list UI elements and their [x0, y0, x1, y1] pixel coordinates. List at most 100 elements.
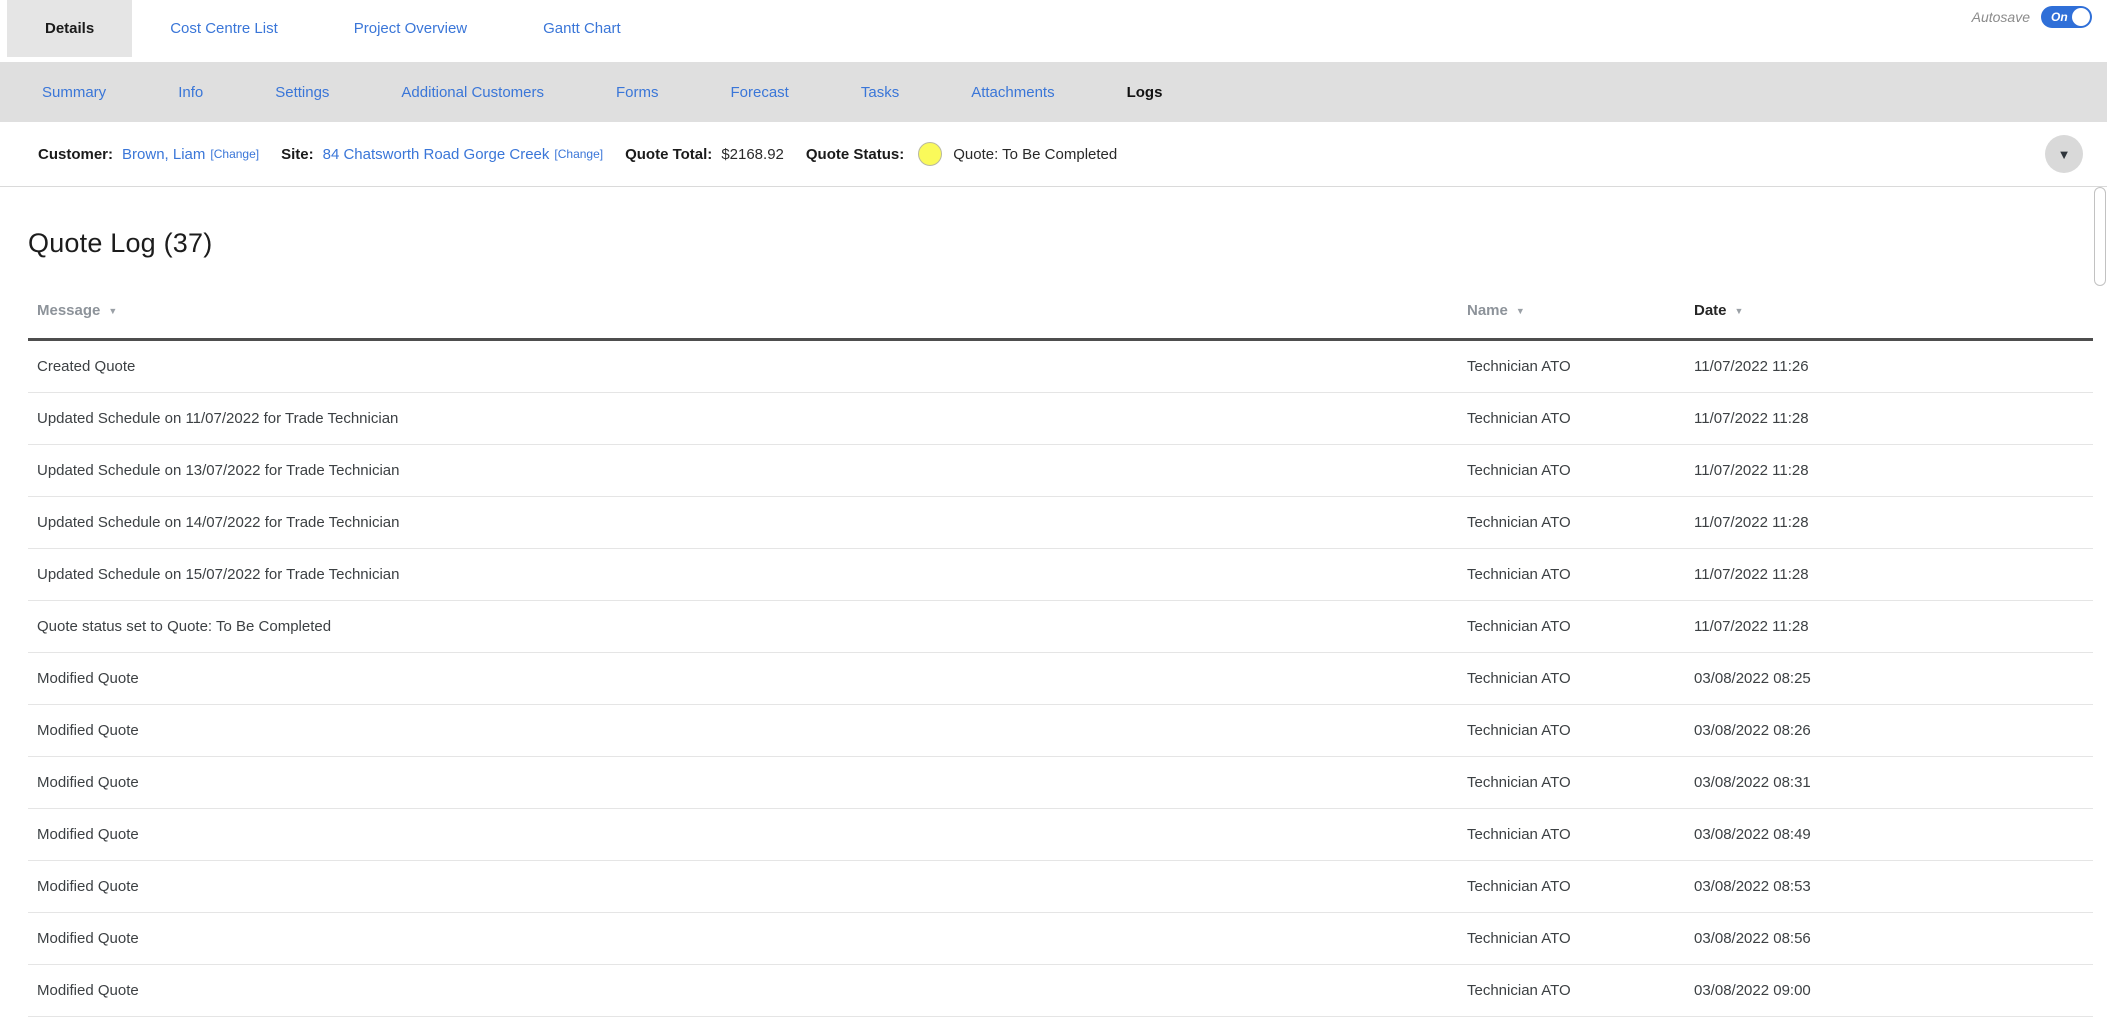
- customer-change-link[interactable]: [Change]: [210, 147, 259, 161]
- top-tab-cost-centre-list[interactable]: Cost Centre List: [132, 0, 316, 57]
- sub-tab-settings[interactable]: Settings: [239, 84, 365, 101]
- cell-message: Modified Quote: [28, 826, 1458, 843]
- cell-date: 03/08/2022 08:26: [1685, 722, 2093, 739]
- quote-status-dot: [918, 142, 942, 166]
- table-row: Updated Schedule on 15/07/2022 for Trade…: [28, 549, 2093, 601]
- cell-date: 03/08/2022 09:00: [1685, 982, 2093, 999]
- collapse-header-button[interactable]: ▼: [2045, 135, 2083, 173]
- cell-date: 03/08/2022 08:56: [1685, 930, 2093, 947]
- table-row: Updated Schedule on 13/07/2022 for Trade…: [28, 445, 2093, 497]
- top-tab-details[interactable]: Details: [7, 0, 132, 57]
- cell-date: 11/07/2022 11:28: [1685, 410, 2093, 427]
- cell-message: Modified Quote: [28, 722, 1458, 739]
- cell-date: 03/08/2022 08:49: [1685, 826, 2093, 843]
- sub-tab-tasks[interactable]: Tasks: [825, 84, 935, 101]
- sort-desc-icon: ▼: [108, 307, 117, 316]
- top-tab-gantt-chart[interactable]: Gantt Chart: [505, 0, 659, 57]
- column-header-message[interactable]: Message ▼: [28, 301, 1458, 338]
- top-tab-bar: DetailsCost Centre ListProject OverviewG…: [0, 0, 2107, 57]
- column-header-name[interactable]: Name ▼: [1458, 301, 1685, 338]
- cell-name: Technician ATO: [1458, 774, 1685, 791]
- autosave-label: Autosave: [1972, 9, 2030, 25]
- site-change-link[interactable]: [Change]: [554, 147, 603, 161]
- toggle-knob: [2072, 8, 2090, 26]
- quote-total-label: Quote Total:: [625, 146, 712, 163]
- table-row: Quote status set to Quote: To Be Complet…: [28, 601, 2093, 653]
- table-row: Modified QuoteTechnician ATO03/08/2022 0…: [28, 809, 2093, 861]
- cell-date: 03/08/2022 08:31: [1685, 774, 2093, 791]
- cell-name: Technician ATO: [1458, 514, 1685, 531]
- table-row: Modified QuoteTechnician ATO03/08/2022 0…: [28, 861, 2093, 913]
- quote-status-value: Quote: To Be Completed: [953, 146, 1117, 163]
- table-row: Modified QuoteTechnician ATO03/08/2022 0…: [28, 757, 2093, 809]
- cell-date: 11/07/2022 11:28: [1685, 566, 2093, 583]
- site-label: Site:: [281, 146, 314, 163]
- sub-tab-logs[interactable]: Logs: [1091, 84, 1199, 101]
- sub-tab-forecast[interactable]: Forecast: [695, 84, 825, 101]
- cell-message: Updated Schedule on 13/07/2022 for Trade…: [28, 462, 1458, 479]
- autosave-toggle[interactable]: On: [2041, 6, 2092, 28]
- sub-tab-additional-customers[interactable]: Additional Customers: [365, 84, 580, 101]
- quote-info-bar: Customer: Brown, Liam [Change] Site: 84 …: [0, 122, 2107, 187]
- table-row: Created QuoteTechnician ATO11/07/2022 11…: [28, 341, 2093, 393]
- sort-desc-icon: ▼: [1516, 307, 1525, 316]
- cell-message: Created Quote: [28, 358, 1458, 375]
- cell-message: Updated Schedule on 15/07/2022 for Trade…: [28, 566, 1458, 583]
- site-link[interactable]: 84 Chatsworth Road Gorge Creek: [323, 146, 550, 163]
- table-row: Modified QuoteTechnician ATO03/08/2022 0…: [28, 653, 2093, 705]
- cell-message: Modified Quote: [28, 878, 1458, 895]
- customer-label: Customer:: [38, 146, 113, 163]
- dropdown-arrow-icon: ▼: [2058, 148, 2071, 161]
- column-header-label: Name: [1467, 301, 1508, 321]
- cell-date: 03/08/2022 08:25: [1685, 670, 2093, 687]
- cell-message: Updated Schedule on 14/07/2022 for Trade…: [28, 514, 1458, 531]
- cell-date: 11/07/2022 11:28: [1685, 462, 2093, 479]
- log-table-header: Message ▼ Name ▼ Date ▼: [28, 301, 2093, 341]
- cell-name: Technician ATO: [1458, 358, 1685, 375]
- cell-message: Modified Quote: [28, 774, 1458, 791]
- cell-name: Technician ATO: [1458, 878, 1685, 895]
- cell-name: Technician ATO: [1458, 930, 1685, 947]
- cell-date: 11/07/2022 11:28: [1685, 514, 2093, 531]
- column-header-date[interactable]: Date ▼: [1685, 301, 2093, 338]
- customer-link[interactable]: Brown, Liam: [122, 146, 205, 163]
- cell-date: 03/08/2022 08:53: [1685, 878, 2093, 895]
- cell-message: Modified Quote: [28, 930, 1458, 947]
- main-content: Quote Log (37) Message ▼ Name ▼ Date ▼ Create…: [0, 229, 2107, 1017]
- table-row: Modified QuoteTechnician ATO03/08/2022 0…: [28, 705, 2093, 757]
- column-header-label: Date: [1694, 301, 1727, 321]
- cell-name: Technician ATO: [1458, 462, 1685, 479]
- autosave-control: Autosave On: [1972, 2, 2092, 32]
- table-row: Updated Schedule on 11/07/2022 for Trade…: [28, 393, 2093, 445]
- cell-name: Technician ATO: [1458, 566, 1685, 583]
- cell-message: Quote status set to Quote: To Be Complet…: [28, 618, 1458, 635]
- sub-tab-forms[interactable]: Forms: [580, 84, 695, 101]
- sub-tab-attachments[interactable]: Attachments: [935, 84, 1090, 101]
- cell-message: Updated Schedule on 11/07/2022 for Trade…: [28, 410, 1458, 427]
- cell-message: Modified Quote: [28, 670, 1458, 687]
- table-row: Modified QuoteTechnician ATO03/08/2022 0…: [28, 913, 2093, 965]
- cell-name: Technician ATO: [1458, 670, 1685, 687]
- page-title: Quote Log (37): [28, 229, 2093, 257]
- table-row: Updated Schedule on 14/07/2022 for Trade…: [28, 497, 2093, 549]
- cell-name: Technician ATO: [1458, 722, 1685, 739]
- cell-name: Technician ATO: [1458, 982, 1685, 999]
- quote-total-value: $2168.92: [721, 146, 784, 163]
- sub-tab-summary[interactable]: Summary: [6, 84, 142, 101]
- cell-date: 11/07/2022 11:28: [1685, 618, 2093, 635]
- sort-desc-icon: ▼: [1735, 307, 1744, 316]
- column-header-label: Message: [37, 301, 100, 321]
- top-tab-project-overview[interactable]: Project Overview: [316, 0, 505, 57]
- cell-message: Modified Quote: [28, 982, 1458, 999]
- cell-name: Technician ATO: [1458, 826, 1685, 843]
- cell-date: 11/07/2022 11:26: [1685, 358, 2093, 375]
- log-table-body: Created QuoteTechnician ATO11/07/2022 11…: [28, 341, 2093, 1017]
- sub-tab-bar: SummaryInfoSettingsAdditional CustomersF…: [0, 62, 2107, 122]
- cell-name: Technician ATO: [1458, 618, 1685, 635]
- cell-name: Technician ATO: [1458, 410, 1685, 427]
- sub-tab-info[interactable]: Info: [142, 84, 239, 101]
- quote-status-label: Quote Status:: [806, 146, 904, 163]
- vertical-scrollbar-thumb[interactable]: [2094, 187, 2106, 286]
- autosave-toggle-state: On: [2041, 10, 2068, 24]
- table-row: Modified QuoteTechnician ATO03/08/2022 0…: [28, 965, 2093, 1017]
